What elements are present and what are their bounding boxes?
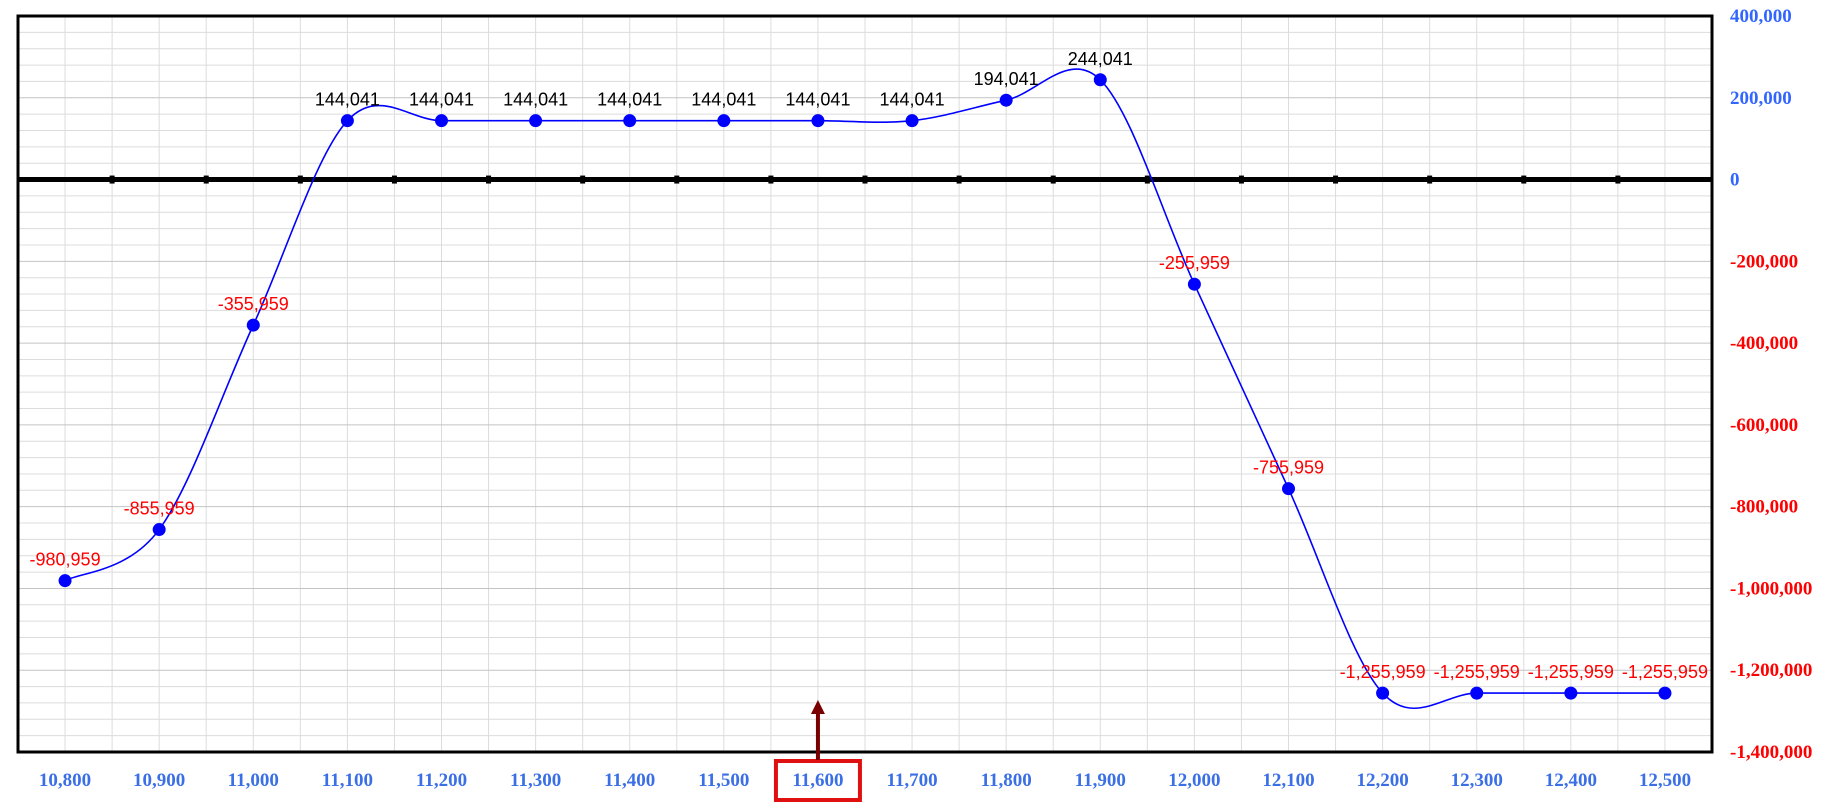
x-tick-label: 12,200 bbox=[1356, 770, 1408, 791]
x-tick-label: 11,900 bbox=[1075, 770, 1126, 791]
y-tick-label: 200,000 bbox=[1730, 88, 1792, 109]
x-tick-label: 12,000 bbox=[1168, 770, 1220, 791]
highlight-arrow-head bbox=[810, 700, 825, 714]
x-tick-label: 12,300 bbox=[1451, 770, 1503, 791]
y-tick-label: 400,000 bbox=[1730, 6, 1792, 27]
data-label: 144,041 bbox=[691, 90, 756, 110]
grid bbox=[18, 16, 1712, 752]
y-tick-label: -400,000 bbox=[1730, 333, 1798, 354]
x-tick-label: 11,200 bbox=[416, 770, 467, 791]
data-point bbox=[811, 114, 825, 128]
data-point bbox=[717, 114, 731, 128]
data-point bbox=[435, 114, 448, 128]
x-tick-label: 11,500 bbox=[698, 770, 749, 791]
x-tick-label: 11,000 bbox=[228, 770, 279, 791]
x-tick-label: 10,900 bbox=[133, 770, 185, 791]
data-label: -1,255,959 bbox=[1528, 662, 1614, 682]
x-tick-label: 11,600 bbox=[792, 770, 843, 791]
x-tick-label: 12,100 bbox=[1262, 770, 1314, 791]
data-point bbox=[1187, 277, 1201, 291]
data-label: -980,959 bbox=[30, 550, 101, 570]
data-label: -855,959 bbox=[124, 499, 195, 519]
data-point bbox=[1376, 686, 1390, 700]
data-label: 144,041 bbox=[503, 90, 568, 110]
data-point bbox=[340, 114, 354, 128]
data-point bbox=[1093, 73, 1107, 87]
x-tick-label: 11,300 bbox=[510, 770, 561, 791]
data-label: 144,041 bbox=[785, 90, 850, 110]
data-point bbox=[246, 318, 260, 332]
data-label: -1,255,959 bbox=[1622, 662, 1708, 682]
x-tick-label: 12,500 bbox=[1639, 770, 1691, 791]
chart: -980,959 -855,959 -355,959 144,041 144,041 14… bbox=[16, 6, 1812, 802]
data-label: 194,041 bbox=[974, 69, 1039, 89]
data-label: -1,255,959 bbox=[1340, 662, 1426, 682]
data-labels: -980,959 -855,959 -355,959 144,041 144,041 14… bbox=[30, 49, 1708, 682]
x-tick-label: 12,400 bbox=[1545, 770, 1597, 791]
data-label: -755,959 bbox=[1253, 458, 1324, 478]
y-tick-label: -1,200,000 bbox=[1730, 660, 1812, 681]
data-point bbox=[999, 93, 1013, 107]
data-point bbox=[905, 114, 919, 128]
y-tick-label: 0 bbox=[1730, 170, 1740, 191]
data-point bbox=[152, 523, 166, 537]
data-point bbox=[58, 574, 72, 588]
x-tick-label: 10,800 bbox=[39, 770, 91, 791]
data-label: -355,959 bbox=[218, 294, 289, 314]
y-tick-label: -1,000,000 bbox=[1730, 578, 1812, 599]
x-tick-label: 11,400 bbox=[604, 770, 655, 791]
data-label: -1,255,959 bbox=[1434, 662, 1520, 682]
y-tick-label: -200,000 bbox=[1730, 251, 1798, 272]
y-axis-ticks: 400,000 200,000 0 -200,000 -400,000 -600,000 -… bbox=[1730, 6, 1812, 763]
data-point bbox=[529, 114, 543, 128]
data-label: 144,041 bbox=[880, 90, 945, 110]
data-point bbox=[1564, 686, 1578, 700]
data-point bbox=[1282, 482, 1295, 496]
data-label: 144,041 bbox=[409, 90, 474, 110]
x-tick-label: 11,700 bbox=[886, 770, 937, 791]
x-tick-label: 11,100 bbox=[322, 770, 373, 791]
data-label: 244,041 bbox=[1068, 49, 1133, 69]
data-label: -255,959 bbox=[1159, 253, 1230, 273]
data-label: 144,041 bbox=[315, 90, 380, 110]
y-tick-label: -1,400,000 bbox=[1730, 742, 1812, 763]
data-point bbox=[1470, 686, 1484, 700]
data-point bbox=[623, 114, 637, 128]
y-tick-label: -600,000 bbox=[1730, 415, 1798, 436]
data-label: 144,041 bbox=[597, 90, 662, 110]
x-axis-ticks: 10,800 10,900 11,000 11,100 11,200 11,300 11,4… bbox=[39, 770, 1691, 791]
y-tick-label: -800,000 bbox=[1730, 497, 1798, 518]
data-point bbox=[1658, 686, 1672, 700]
x-tick-label: 11,800 bbox=[981, 770, 1032, 791]
